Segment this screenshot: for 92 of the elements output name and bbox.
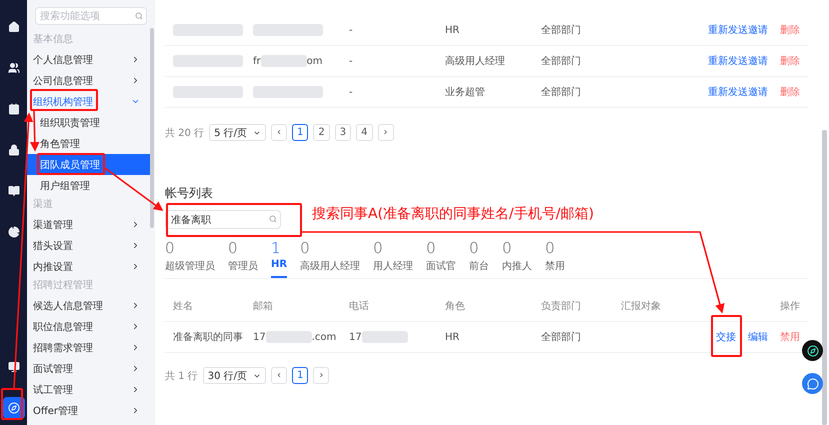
action-link[interactable]: 重新发送邀请 <box>708 85 768 99</box>
compass-icon[interactable] <box>802 340 823 361</box>
row-total: 共 20 行 <box>165 126 204 140</box>
chevron-right-icon <box>131 385 140 394</box>
column-header: 负责部门 <box>541 300 582 313</box>
phone-cell: 17 <box>349 331 445 343</box>
next-page-button[interactable]: › <box>313 367 330 384</box>
sidebar-item[interactable]: 候选人信息管理 <box>27 295 150 316</box>
role-tab[interactable]: 0 面试官 <box>426 239 456 278</box>
annotation-text: 搜索同事A(准备离职的同事姓名/手机号/邮箱) <box>312 205 594 223</box>
column-header: 角色 <box>445 300 466 313</box>
email-cell-text: fr om <box>253 55 324 67</box>
highlight-frame <box>30 89 98 111</box>
role-tab[interactable]: 0 内推人 <box>502 239 532 278</box>
sidebar-item[interactable]: 职位信息管理 <box>27 316 150 337</box>
role-tab[interactable]: 0 禁用 <box>545 239 566 278</box>
sidebar-item[interactable]: 用户组管理 <box>27 175 150 196</box>
chevron-right-icon <box>131 262 140 271</box>
page-button[interactable]: 1 <box>292 367 308 384</box>
sidebar-item[interactable]: 猎头设置 <box>27 235 150 256</box>
sidebar-item[interactable]: 个人信息管理 <box>27 49 150 70</box>
sidebar-item[interactable]: 面试管理 <box>27 358 150 379</box>
page-size-select[interactable]: 5 行/页 <box>209 124 266 141</box>
group-label: 渠道 <box>32 198 54 212</box>
next-page-button[interactable]: › <box>378 124 394 141</box>
row-total: 共 1 行 <box>165 370 198 382</box>
column-header: 电话 <box>349 300 370 313</box>
annotation-arrow <box>104 167 164 211</box>
role-cell-text: 业务超管 <box>445 86 486 99</box>
column-header: 姓名 <box>173 300 194 313</box>
chevron-right-icon <box>131 76 140 85</box>
sidebar-item[interactable]: 渠道管理 <box>27 214 150 235</box>
role-tab[interactable]: 0 高级用人经理 <box>300 239 360 278</box>
department-cell-text: 全部部门 <box>541 330 582 344</box>
chevron-right-icon <box>131 241 140 250</box>
sidebar-item[interactable]: 招聘需求管理 <box>27 337 150 358</box>
search-field[interactable]: 搜索功能选项 <box>35 7 147 25</box>
phone-cell-text: - <box>349 86 354 98</box>
prev-page-button[interactable]: ‹ <box>271 124 288 141</box>
sidebar-item[interactable]: Offer管理 <box>27 400 150 421</box>
search-field[interactable]: 准备离职 <box>165 210 281 229</box>
chevron-right-icon <box>131 322 140 331</box>
role-tab[interactable]: 0 超级管理员 <box>165 239 215 278</box>
role-cell-text: 高级用人经理 <box>445 54 506 68</box>
highlight-frame <box>37 153 105 175</box>
sidebar-item[interactable]: 公司信息管理 <box>27 70 150 91</box>
action-link[interactable]: 重新发送邀请 <box>708 23 768 37</box>
chat-icon[interactable] <box>802 373 823 394</box>
email-cell-text: 17 .com <box>253 331 338 343</box>
section-title: 帐号列表 <box>165 185 214 202</box>
role-tab[interactable]: 1 HR <box>271 239 288 278</box>
department-cell-text: 全部部门 <box>541 24 582 37</box>
column-header: 邮箱 <box>253 300 274 313</box>
page-button[interactable]: 4 <box>356 124 373 141</box>
action-link[interactable]: 交接 <box>716 330 736 344</box>
role-tab[interactable]: 0 用人经理 <box>373 239 414 278</box>
role-cell-text: HR <box>445 24 460 36</box>
chevron-right-icon <box>131 220 140 229</box>
column-header: 操作 <box>779 300 800 313</box>
chevron-right-icon <box>131 301 140 310</box>
action-link[interactable]: 编辑 <box>748 330 768 344</box>
role-cell-text: HR <box>445 332 460 342</box>
group-label: 基本信息 <box>32 32 74 47</box>
highlight-frame <box>1 388 23 420</box>
role-tab[interactable]: 0 管理员 <box>228 239 258 278</box>
role-tab[interactable]: 0 前台 <box>469 239 490 278</box>
search-icon[interactable] <box>269 215 277 223</box>
sidebar-item[interactable]: 内推设置 <box>27 256 150 277</box>
group-label: 招聘过程管理 <box>32 278 94 293</box>
chevron-right-icon <box>131 55 140 64</box>
highlight-frame <box>711 315 742 357</box>
column-header: 汇报对象 <box>621 300 662 313</box>
sidebar-item[interactable]: 试工管理 <box>27 379 150 400</box>
sidebar-item[interactable]: 角色管理 <box>27 133 150 154</box>
department-cell-text: 全部部门 <box>541 54 582 68</box>
search-icon[interactable] <box>135 12 143 20</box>
chevron-right-icon <box>131 406 140 415</box>
name-cell-text: 准备离职的同事 <box>173 330 244 344</box>
sidebar-item[interactable]: 组织职责管理 <box>27 112 150 133</box>
action-link[interactable]: 重新发送邀请 <box>708 54 768 68</box>
chevron-down-icon <box>131 97 140 106</box>
page-button[interactable]: 3 <box>334 124 352 141</box>
phone-cell-text: - <box>349 24 354 36</box>
prev-page-button[interactable]: ‹ <box>271 367 288 384</box>
page-button[interactable]: 2 <box>313 124 330 141</box>
chevron-right-icon <box>131 343 140 352</box>
sidebar-item[interactable]: 组织机构管理 <box>27 91 150 112</box>
department-cell-text: 全部部门 <box>541 86 582 99</box>
chevron-right-icon <box>131 364 140 373</box>
page-size-select[interactable]: 30 行/页 <box>202 367 266 384</box>
page-button[interactable]: 1 <box>292 124 308 141</box>
phone-cell-text: - <box>349 56 354 66</box>
